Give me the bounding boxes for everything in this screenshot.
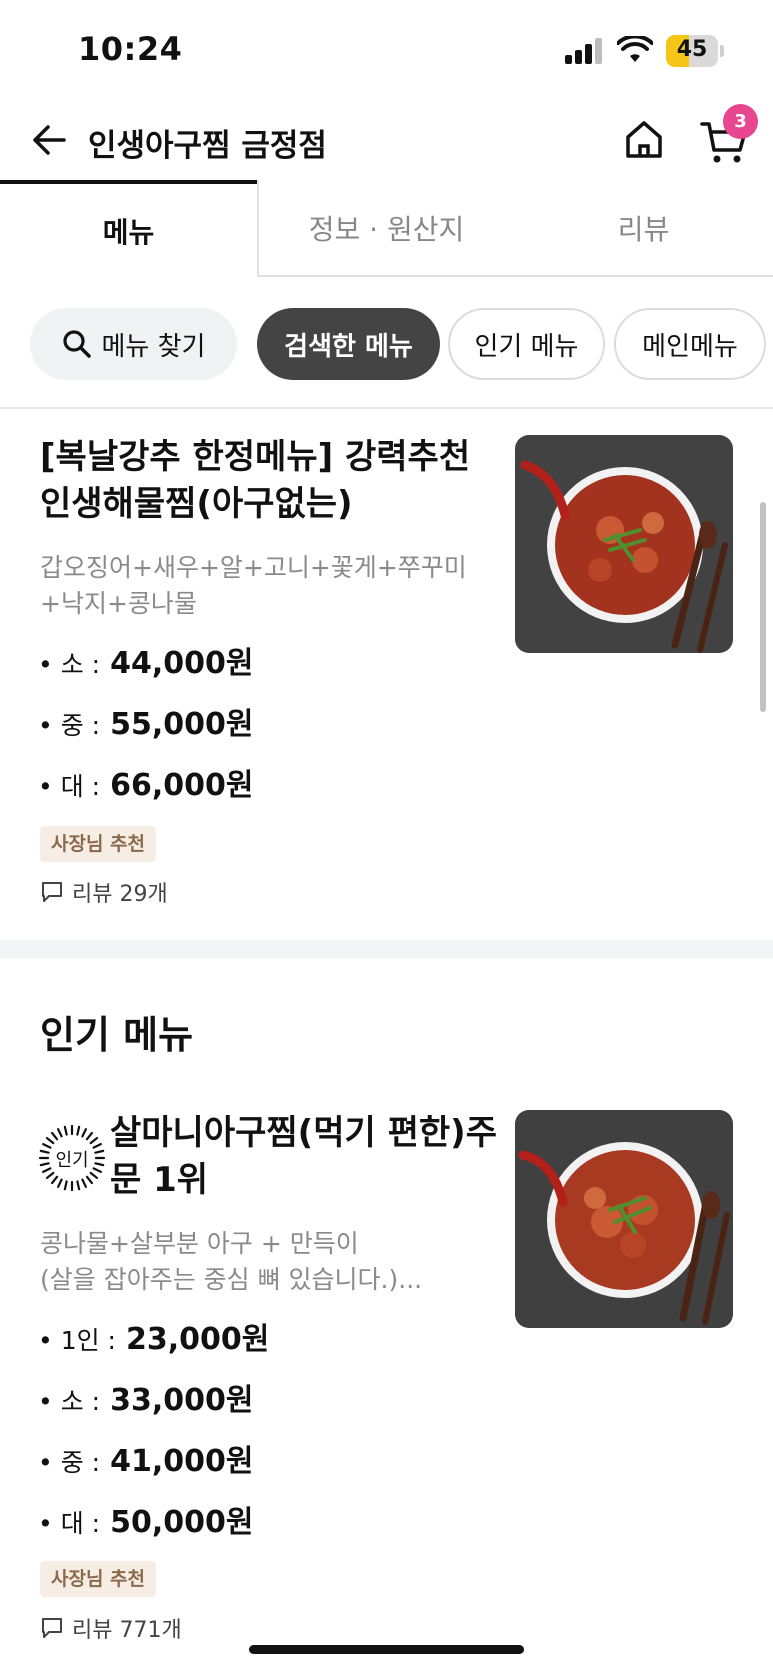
review-count: 리뷰 29개 [40, 876, 168, 908]
comment-icon [42, 1618, 62, 1638]
comment-icon [42, 882, 62, 902]
price-label: • 중 : [38, 711, 101, 740]
signal-icon [565, 38, 605, 64]
battery-cap [720, 45, 724, 57]
review-count-label: 리뷰 29개 [72, 882, 168, 907]
price-label: • 1인 : [38, 1326, 116, 1355]
review-count-label: 리뷰 771개 [72, 1618, 182, 1643]
home-icon[interactable] [620, 116, 668, 164]
monkfish-jjim-photo [515, 1110, 733, 1328]
battery-level: 45 [676, 37, 708, 62]
store-title: 인생아구찜 금정점 [88, 128, 327, 164]
menu-item-description: 콩나물+살부분 아구 + 만득이 (살을 잡아주는 중심 뼈 있습니다.)... [40, 1229, 423, 1294]
price-row: • 소 : 33,000원 [38, 1375, 253, 1419]
price-value: 55,000원 [110, 707, 254, 742]
tab-reviews[interactable]: 리뷰 [514, 180, 773, 277]
price-label: • 소 : [38, 650, 101, 679]
menu-item-description: 갑오징어+새우+알+고니+꽃게+쭈꾸미+낙지+콩나물 [40, 553, 467, 618]
price-value: 33,000원 [110, 1383, 254, 1418]
menu-filter-chips: 메뉴 찾기 검색한 메뉴 인기 메뉴 메인메뉴 [0, 308, 773, 382]
price-label: • 중 : [38, 1448, 101, 1477]
price-value: 66,000원 [110, 768, 254, 803]
back-arrow-icon[interactable] [28, 118, 72, 162]
tab-info-origin[interactable]: 정보 · 원산지 [257, 180, 514, 277]
battery-icon: 45 [666, 35, 718, 67]
status-bar: 10:24 45 [0, 0, 773, 100]
menu-item[interactable]: 인기 살마니아구찜(먹기 편한)주문 1위 콩나물+살부분 아구 + 만득이 (… [0, 1100, 773, 1660]
popular-menu-chip[interactable]: 인기 메뉴 [448, 308, 605, 380]
seafood-jjim-photo [515, 435, 733, 653]
review-count: 리뷰 771개 [40, 1612, 182, 1644]
price-value: 23,000원 [125, 1322, 270, 1357]
tab-menu[interactable]: 메뉴 [0, 180, 257, 277]
searched-menu-chip[interactable]: 검색한 메뉴 [257, 308, 440, 380]
price-label: • 소 : [38, 1387, 101, 1416]
menu-item[interactable]: [복날강추 한정메뉴] 강력추천 인생해물찜(아구없는) 갑오징어+새우+알+고… [0, 410, 773, 940]
price-value: 44,000원 [110, 646, 254, 681]
price-row: • 대 : 66,000원 [38, 760, 253, 804]
wifi-icon [617, 36, 653, 62]
price-row: • 중 : 55,000원 [38, 699, 253, 743]
divider [0, 407, 773, 409]
status-time: 10:24 [78, 30, 183, 68]
price-label: • 대 : [38, 772, 101, 801]
price-row: • 소 : 44,000원 [38, 638, 253, 682]
menu-item-name: [복날강추 한정메뉴] 강력추천 인생해물찜(아구없는) [40, 437, 471, 524]
price-row: • 중 : 41,000원 [38, 1436, 253, 1480]
cart-count-badge: 3 [723, 104, 758, 139]
popular-seal-icon: 인기 [38, 1124, 106, 1192]
menu-search-chip[interactable]: 메뉴 찾기 [30, 308, 237, 380]
popular-seal-label: 인기 [55, 1150, 89, 1171]
price-value: 50,000원 [110, 1505, 254, 1540]
price-label: • 대 : [38, 1509, 101, 1538]
price-row: • 대 : 50,000원 [38, 1497, 253, 1541]
section-separator [0, 940, 773, 958]
header: 인생아구찜 금정점 [0, 100, 773, 182]
home-indicator [249, 1645, 524, 1654]
menu-search-label: 메뉴 찾기 [101, 331, 206, 362]
price-value: 41,000원 [110, 1444, 254, 1479]
section-title-popular: 인기 메뉴 [40, 1013, 194, 1057]
price-row: • 1인 : 23,000원 [38, 1314, 269, 1358]
tab-bar: 메뉴 정보 · 원산지 리뷰 [0, 180, 773, 279]
scrollbar[interactable] [760, 502, 766, 712]
owner-recommend-badge: 사장님 추천 [40, 1561, 157, 1597]
owner-recommend-badge: 사장님 추천 [40, 826, 157, 862]
main-menu-chip[interactable]: 메인메뉴 [614, 308, 766, 380]
menu-item-name: 살마니아구찜(먹기 편한)주문 1위 [110, 1113, 497, 1200]
search-icon [62, 330, 91, 358]
